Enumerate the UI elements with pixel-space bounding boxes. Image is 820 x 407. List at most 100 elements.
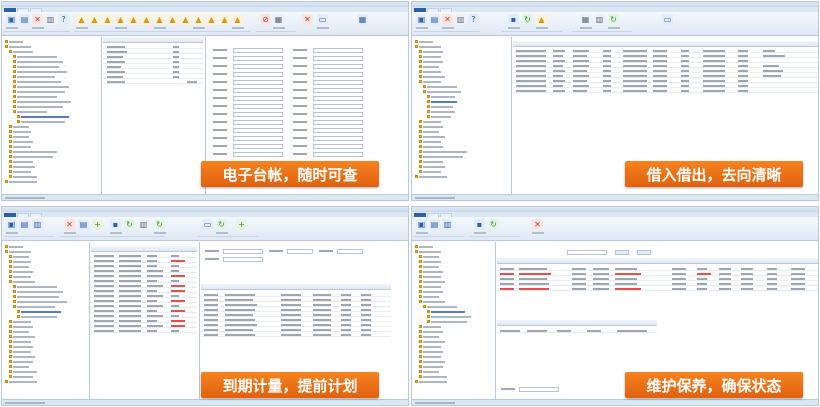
tree-node[interactable] [419,290,443,293]
tree-node[interactable] [9,345,33,348]
tree-node[interactable] [419,80,441,83]
tree-node[interactable] [9,150,57,153]
form-field[interactable] [233,80,283,85]
tree-node[interactable] [415,175,447,178]
stop-icon[interactable]: ⊘ [260,14,271,25]
tree-node[interactable] [13,100,71,103]
tree-node[interactable] [427,320,467,323]
tree-node[interactable] [13,105,63,108]
add-icon[interactable]: + [236,219,247,230]
tree-node[interactable] [419,335,439,338]
tree-node[interactable] [13,110,47,113]
form-field[interactable] [287,249,313,254]
refresh-icon[interactable]: ↻ [608,14,619,25]
form-field[interactable] [313,120,363,125]
tree-node[interactable] [9,260,31,263]
warning-icon[interactable]: ▲ [115,14,126,25]
filter-button[interactable] [637,250,651,255]
tree-node[interactable] [419,145,443,148]
tree-node[interactable] [13,295,59,298]
table-row[interactable] [497,286,818,291]
form-field[interactable] [233,48,283,53]
form-field[interactable] [223,257,263,262]
tree-node[interactable] [9,255,29,258]
tree-node[interactable] [17,315,57,318]
tree-node[interactable] [9,270,33,273]
tree-node[interactable] [419,155,463,158]
tree-node[interactable] [9,325,33,328]
tree-node[interactable] [419,330,443,333]
form-field[interactable] [313,72,363,77]
tree-node[interactable] [419,130,439,133]
tree-node[interactable] [419,340,445,343]
warning-icon[interactable]: ▲ [141,14,152,25]
tree-node[interactable] [9,135,29,138]
warning-icon[interactable]: ▲ [102,14,113,25]
form-field[interactable] [233,72,283,77]
warning-icon[interactable]: ▲ [232,14,243,25]
tree-node[interactable] [9,330,29,333]
form-field[interactable] [233,112,283,117]
tree-node[interactable] [9,155,53,158]
tree-node[interactable] [419,140,441,143]
form-field[interactable] [233,96,283,101]
warning-icon[interactable]: ▲ [76,14,87,25]
tree-node[interactable] [419,345,441,348]
print-icon[interactable]: ▥ [138,219,149,230]
refresh-icon[interactable]: ↻ [124,219,135,230]
form-field[interactable] [233,104,283,109]
tree-node[interactable] [13,300,67,303]
tree-node[interactable] [423,305,457,308]
table-row[interactable] [103,79,203,84]
form-field[interactable] [313,64,363,69]
form-field[interactable] [313,128,363,133]
window-icon[interactable]: ▭ [317,14,328,25]
tree-node[interactable] [419,370,439,373]
tree-node[interactable] [427,95,455,98]
tree-node[interactable] [427,115,451,118]
tree-node[interactable] [13,55,57,58]
tree-node[interactable] [419,135,445,138]
tree-node[interactable] [419,275,441,278]
tree-node[interactable] [419,265,439,268]
tree-node[interactable] [419,125,443,128]
open-icon[interactable]: ▤ [19,14,30,25]
form-field[interactable] [313,96,363,101]
warning-icon[interactable]: ▲ [193,14,204,25]
tree-node[interactable] [17,310,61,313]
tree-node[interactable] [419,255,439,258]
warning-icon[interactable]: ▲ [128,14,139,25]
form-field[interactable] [233,64,283,69]
form-field[interactable] [313,136,363,141]
tree-node[interactable] [415,45,441,48]
tree-node[interactable] [419,300,445,303]
new-icon[interactable]: ▣ [416,219,427,230]
form-field[interactable] [313,80,363,85]
tree-node[interactable] [13,85,69,88]
form-field[interactable] [233,128,283,133]
tree-node[interactable] [5,245,23,248]
form-field[interactable] [313,88,363,93]
tree-node[interactable] [9,360,33,363]
tree-node[interactable] [419,365,443,368]
form-field[interactable] [223,249,263,254]
query-icon[interactable]: ? [468,14,479,25]
form-field[interactable] [313,144,363,149]
print-icon[interactable]: ▥ [45,14,56,25]
tree-node[interactable] [419,70,441,73]
tree-node[interactable] [419,285,441,288]
save-icon[interactable]: ▪ [110,219,121,230]
tree-node[interactable] [419,55,441,58]
tree-node[interactable] [419,165,445,168]
warning-icon[interactable]: ▲ [89,14,100,25]
document-icon[interactable]: ▥ [442,219,453,230]
tree-node[interactable] [13,70,67,73]
tree-node[interactable] [9,50,33,53]
table-row[interactable] [513,88,818,93]
tree-node[interactable] [9,130,31,133]
warning-icon[interactable]: ▲ [167,14,178,25]
tree-node[interactable] [9,165,35,168]
refresh-icon[interactable]: ↻ [154,219,165,230]
export-icon[interactable]: ▦ [580,14,591,25]
tree-node[interactable] [419,325,441,328]
